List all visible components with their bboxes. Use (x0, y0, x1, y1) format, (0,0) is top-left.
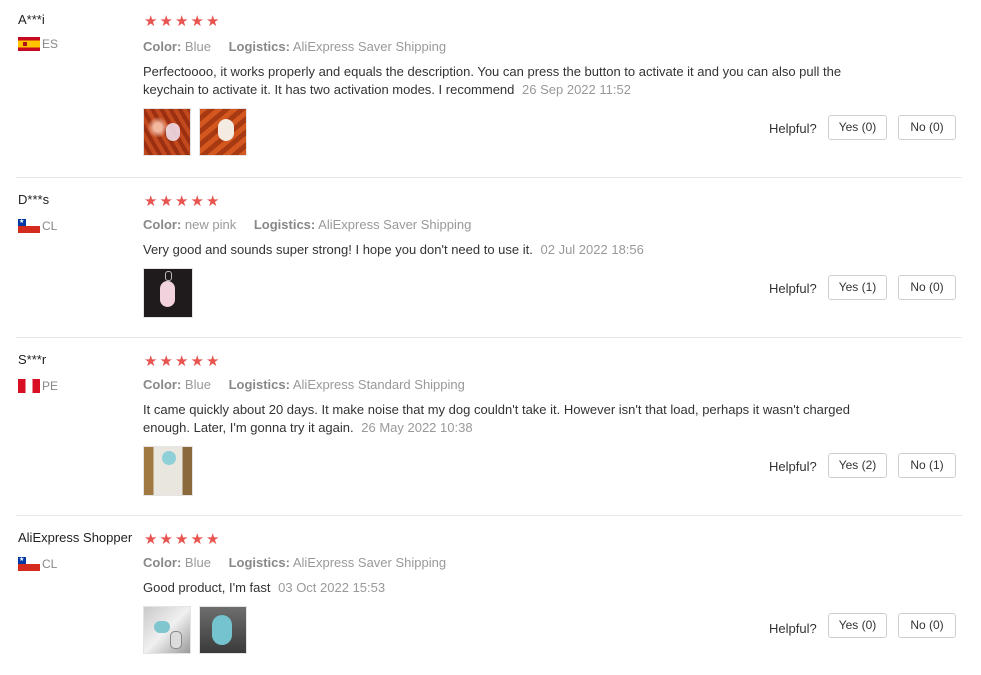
star-icon: ★ (144, 531, 158, 548)
review-item: D***s CL ★ ★ ★ ★ ★ Color: new pink Logis… (0, 178, 981, 338)
review-meta: Color: Blue Logistics: AliExpress Saver … (143, 39, 446, 54)
review-photo[interactable] (199, 606, 247, 654)
star-rating: ★ ★ ★ ★ ★ (144, 532, 222, 547)
star-icon: ★ (206, 353, 220, 370)
review-photo[interactable] (199, 108, 247, 156)
review-item: AliExpress Shopper CL ★ ★ ★ ★ ★ Color: B… (0, 516, 981, 675)
reviewer-country: PE (18, 379, 58, 393)
color-label: Color: (143, 39, 182, 54)
logistics-label: Logistics: (253, 217, 316, 232)
review-photo[interactable] (143, 446, 193, 496)
review-body: Perfectoooo, it works properly and equal… (143, 64, 842, 97)
helpful-label: Helpful? (769, 621, 817, 636)
review-date: 26 May 2022 10:38 (361, 420, 473, 435)
review-item: S***r PE ★ ★ ★ ★ ★ Color: Blue Logistics… (0, 338, 981, 516)
reviewer-name: S***r (18, 352, 47, 367)
helpful-label: Helpful? (769, 121, 817, 136)
reviewer-country: ES (18, 37, 58, 51)
review-text: Very good and sounds super strong! I hop… (143, 241, 873, 259)
helpful-no-button[interactable]: No (0) (898, 115, 956, 140)
country-code: CL (42, 219, 58, 233)
reviewer-name: AliExpress Shopper (18, 530, 133, 545)
review-photo[interactable] (143, 606, 191, 654)
star-icon: ★ (206, 13, 220, 30)
reviewer-country: CL (18, 557, 57, 571)
review-photo[interactable] (143, 108, 191, 156)
color-value: Blue (184, 39, 211, 54)
star-icon: ★ (190, 193, 204, 210)
helpful-no-button[interactable]: No (1) (898, 453, 956, 478)
star-icon: ★ (175, 531, 189, 548)
review-meta: Color: Blue Logistics: AliExpress Saver … (143, 555, 446, 570)
star-icon: ★ (159, 531, 173, 548)
reviewer-name: A***i (18, 12, 45, 27)
star-icon: ★ (190, 353, 204, 370)
review-body: Very good and sounds super strong! I hop… (143, 242, 533, 257)
star-icon: ★ (159, 193, 173, 210)
helpful-no-button[interactable]: No (0) (898, 613, 956, 638)
country-code: ES (42, 37, 59, 51)
logistics-value: AliExpress Saver Shipping (292, 39, 447, 54)
spain-flag-icon (18, 37, 40, 51)
star-icon: ★ (175, 193, 189, 210)
star-icon: ★ (190, 531, 204, 548)
color-value: Blue (184, 555, 211, 570)
logistics-value: AliExpress Saver Shipping (318, 217, 472, 232)
review-body: It came quickly about 20 days. It make n… (143, 402, 850, 435)
color-value: new pink (184, 217, 237, 232)
review-text: Perfectoooo, it works properly and equal… (143, 63, 873, 99)
color-label: Color: (143, 217, 182, 232)
peru-flag-icon (18, 379, 40, 393)
review-meta: Color: new pink Logistics: AliExpress Sa… (143, 217, 471, 232)
review-body: Good product, I'm fast (143, 580, 271, 595)
helpful-no-button[interactable]: No (0) (898, 275, 956, 300)
color-value: Blue (184, 377, 211, 392)
chile-flag-icon (18, 557, 40, 571)
reviewer-name: D***s (18, 192, 50, 207)
star-icon: ★ (144, 13, 158, 30)
color-label: Color: (143, 555, 182, 570)
helpful-yes-button[interactable]: Yes (1) (828, 275, 887, 300)
star-icon: ★ (175, 13, 189, 30)
review-photo[interactable] (143, 268, 193, 318)
reviewer-country: CL (18, 219, 57, 233)
logistics-value: AliExpress Standard Shipping (292, 377, 465, 392)
star-icon: ★ (144, 193, 158, 210)
star-rating: ★ ★ ★ ★ ★ (144, 194, 222, 209)
logistics-label: Logistics: (228, 377, 290, 392)
review-date: 26 Sep 2022 11:52 (522, 82, 631, 97)
color-label: Color: (143, 377, 182, 392)
logistics-label: Logistics: (228, 555, 290, 570)
review-text: It came quickly about 20 days. It make n… (143, 401, 873, 437)
star-icon: ★ (159, 13, 173, 30)
helpful-yes-button[interactable]: Yes (0) (828, 115, 887, 140)
star-rating: ★ ★ ★ ★ ★ (144, 354, 222, 369)
review-date: 02 Jul 2022 18:56 (540, 242, 644, 257)
review-text: Good product, I'm fast 03 Oct 2022 15:53 (143, 579, 873, 597)
star-icon: ★ (159, 353, 173, 370)
logistics-value: AliExpress Saver Shipping (292, 555, 447, 570)
star-icon: ★ (190, 13, 204, 30)
country-code: PE (42, 379, 59, 393)
review-date: 03 Oct 2022 15:53 (278, 580, 386, 595)
review-item: A***i ES ★ ★ ★ ★ ★ Color: Blue Logistics… (0, 0, 981, 178)
review-meta: Color: Blue Logistics: AliExpress Standa… (143, 377, 465, 392)
star-icon: ★ (144, 353, 158, 370)
chile-flag-icon (18, 219, 40, 233)
country-code: CL (42, 557, 58, 571)
star-icon: ★ (206, 531, 220, 548)
star-rating: ★ ★ ★ ★ ★ (144, 14, 222, 29)
helpful-label: Helpful? (769, 459, 817, 474)
star-icon: ★ (175, 353, 189, 370)
logistics-label: Logistics: (228, 39, 290, 54)
helpful-label: Helpful? (769, 281, 817, 296)
helpful-yes-button[interactable]: Yes (0) (828, 613, 887, 638)
helpful-yes-button[interactable]: Yes (2) (828, 453, 887, 478)
star-icon: ★ (206, 193, 220, 210)
